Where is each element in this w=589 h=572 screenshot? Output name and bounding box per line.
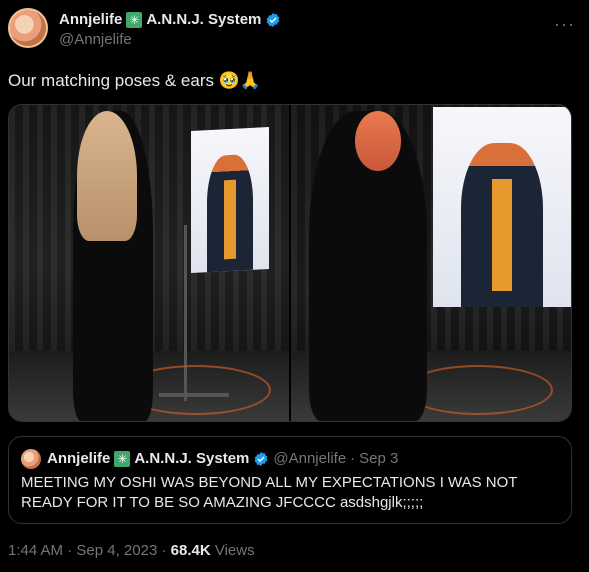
sparkle-box-icon: ✳ — [126, 12, 143, 28]
cosplayer-figure — [73, 111, 153, 421]
quoted-post-text: MEETING MY OSHI WAS BEYOND ALL MY EXPECT… — [21, 474, 518, 511]
more-options-icon[interactable]: ··· — [554, 14, 575, 35]
media-grid — [8, 104, 572, 422]
quoted-author-system-name: A.N.N.J. System — [134, 450, 250, 467]
meta-separator: · — [67, 542, 73, 559]
post-meta: 1:44 AM · Sep 4, 2023 · 68.4K Views — [8, 541, 255, 561]
author-system-name[interactable]: A.N.N.J. System — [146, 10, 261, 30]
quoted-post-header: Annjelife ✳ A.N.N.J. System @Annjelife ·… — [21, 449, 398, 469]
views-label: Views — [214, 542, 255, 559]
meta-separator: · — [161, 542, 167, 559]
photo-cosplayer-back[interactable] — [9, 105, 289, 421]
author-name[interactable]: Annjelife — [59, 10, 122, 30]
cosplayer-figure — [309, 111, 427, 421]
post-text: Our matching poses & ears 🥹🙏 — [8, 71, 262, 90]
post-time[interactable]: 1:44 AM — [8, 542, 63, 559]
author-name-row[interactable]: Annjelife ✳ A.N.N.J. System — [59, 10, 281, 30]
author-names: Annjelife ✳ A.N.N.J. System @Annjelife — [59, 8, 281, 52]
display-screen — [191, 126, 269, 274]
quoted-date: Sep 3 — [359, 450, 399, 467]
views-count[interactable]: 68.4K — [171, 542, 211, 559]
photo-cosplayer-front[interactable] — [291, 105, 571, 421]
author-avatar[interactable] — [8, 8, 48, 48]
display-screen — [433, 107, 571, 307]
quoted-author-handle: @Annjelife — [273, 450, 347, 467]
verified-badge-icon — [255, 452, 268, 466]
sparkle-box-icon: ✳ — [114, 451, 131, 467]
post-date[interactable]: Sep 4, 2023 — [76, 542, 157, 559]
quoted-author-avatar — [21, 449, 41, 469]
post-header: Annjelife ✳ A.N.N.J. System @Annjelife ·… — [8, 8, 581, 52]
vtuber-figure — [206, 153, 254, 273]
quoted-author-name: Annjelife — [47, 450, 111, 467]
vtuber-figure — [460, 143, 544, 307]
verified-badge-icon — [267, 13, 280, 27]
author-handle[interactable]: @Annjelife — [59, 30, 281, 50]
quoted-separator: · — [350, 450, 356, 467]
quoted-post[interactable]: Annjelife ✳ A.N.N.J. System @Annjelife ·… — [8, 436, 572, 524]
